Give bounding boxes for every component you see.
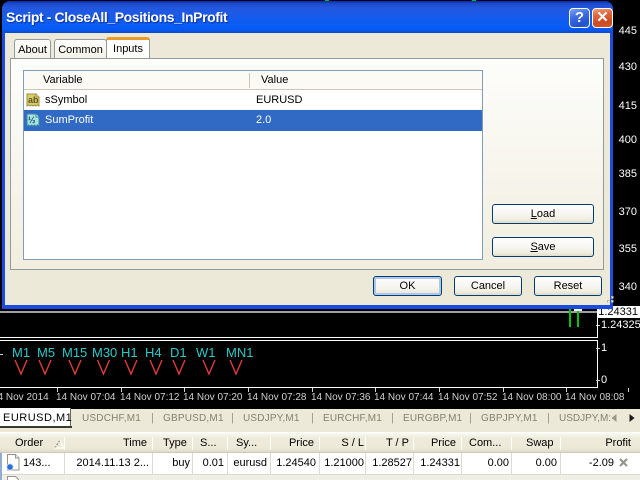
svg-text:ab: ab — [28, 95, 39, 105]
svg-text:½: ½ — [28, 115, 36, 125]
